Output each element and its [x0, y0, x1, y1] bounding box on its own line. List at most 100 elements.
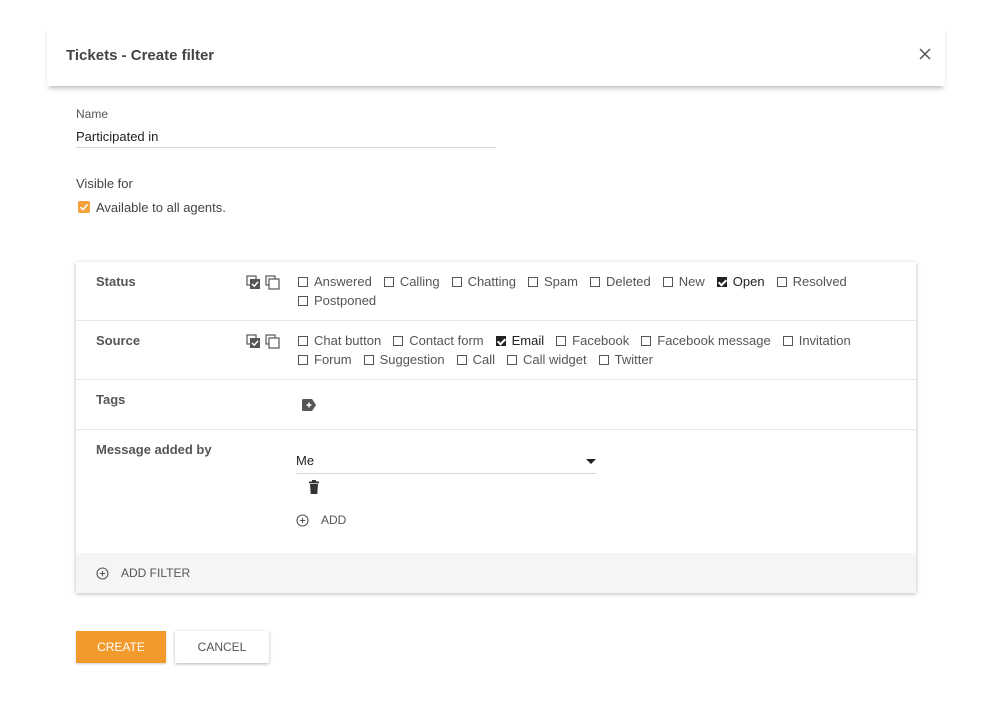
- source-options-line-1: Chat button Contact form Email Facebook …: [298, 333, 863, 348]
- dialog-title: Tickets - Create filter: [66, 47, 215, 64]
- add-circle-icon: [296, 513, 309, 527]
- option-label: Spam: [543, 274, 578, 289]
- option-label: Email: [511, 333, 545, 348]
- source-options-line-2: Forum Suggestion Call Call widget Twitte…: [298, 352, 665, 367]
- status-option-postponed[interactable]: Postponed: [298, 293, 376, 308]
- add-label: ADD: [321, 513, 347, 527]
- close-icon[interactable]: [917, 46, 933, 62]
- selected-value: Me: [296, 453, 315, 468]
- status-option-spam[interactable]: Spam: [527, 274, 578, 289]
- deselect-all-icon[interactable]: [265, 334, 280, 349]
- option-label: Chatting: [467, 274, 516, 289]
- checkbox[interactable]: [298, 295, 308, 306]
- option-label: Suggestion: [379, 352, 445, 367]
- option-label: New: [678, 274, 705, 289]
- available-to-all-agents-label: Available to all agents.: [96, 200, 226, 215]
- checkbox[interactable]: [776, 276, 787, 287]
- status-options-line-2: Postponed: [298, 293, 388, 308]
- source-option-facebook[interactable]: Facebook: [556, 333, 629, 348]
- source-option-call[interactable]: Call: [456, 352, 495, 367]
- checkbox[interactable]: [383, 276, 394, 287]
- option-label: Answered: [314, 274, 372, 289]
- checkbox[interactable]: [298, 354, 308, 365]
- source-option-suggestion[interactable]: Suggestion: [363, 352, 445, 367]
- tags-filter-row: Tags: [76, 380, 916, 430]
- option-label: Call widget: [523, 352, 587, 367]
- status-option-chatting[interactable]: Chatting: [451, 274, 516, 289]
- add-filter-button[interactable]: ADD FILTER: [96, 566, 190, 580]
- checkbox[interactable]: [527, 276, 538, 287]
- checkbox[interactable]: [662, 276, 673, 287]
- source-option-call-widget[interactable]: Call widget: [507, 352, 587, 367]
- cancel-button[interactable]: CANCEL: [175, 631, 269, 663]
- option-label: Facebook: [572, 333, 630, 348]
- checkbox[interactable]: [716, 276, 727, 287]
- source-option-facebook-message[interactable]: Facebook message: [641, 333, 771, 348]
- source-option-contact-form[interactable]: Contact form: [393, 333, 484, 348]
- source-option-invitation[interactable]: Invitation: [782, 333, 851, 348]
- deselect-all-icon[interactable]: [265, 275, 280, 290]
- source-option-twitter[interactable]: Twitter: [598, 352, 653, 367]
- option-label: Facebook message: [657, 333, 771, 348]
- option-label: Contact form: [409, 333, 484, 348]
- checkbox[interactable]: [298, 276, 308, 287]
- source-label: Source: [96, 333, 141, 348]
- status-option-resolved[interactable]: Resolved: [776, 274, 847, 289]
- status-label: Status: [96, 274, 136, 289]
- checkbox[interactable]: [298, 335, 308, 346]
- add-tag-icon[interactable]: [301, 398, 317, 412]
- tags-label: Tags: [96, 392, 126, 407]
- source-bulk-actions: [246, 334, 280, 349]
- checkbox[interactable]: [556, 335, 567, 346]
- checkbox[interactable]: [363, 354, 374, 365]
- checkbox[interactable]: [451, 276, 462, 287]
- dialog-header: Tickets - Create filter: [47, 24, 945, 86]
- select-all-icon[interactable]: [246, 275, 261, 290]
- option-label: Calling: [399, 274, 440, 289]
- status-option-open[interactable]: Open: [716, 274, 765, 289]
- caret-down-icon: [586, 459, 596, 464]
- message-added-by-label: Message added by: [96, 442, 212, 457]
- checkbox[interactable]: [456, 354, 467, 365]
- status-bulk-actions: [246, 275, 280, 290]
- name-input[interactable]: [76, 126, 496, 148]
- status-option-calling[interactable]: Calling: [383, 274, 440, 289]
- status-options-line-1: Answered Calling Chatting Spam Deleted N…: [298, 274, 859, 289]
- message-added-by-select[interactable]: Me: [296, 450, 596, 474]
- add-filter-label: ADD FILTER: [121, 566, 191, 580]
- option-label: Chat button: [314, 333, 382, 348]
- message-added-by-filter-row: Message added by Me ADD: [76, 430, 916, 554]
- status-option-deleted[interactable]: Deleted: [589, 274, 651, 289]
- checkbox[interactable]: [589, 276, 600, 287]
- option-label: Deleted: [605, 274, 651, 289]
- add-value-button[interactable]: ADD: [296, 513, 346, 527]
- add-filter-footer: ADD FILTER: [76, 553, 916, 593]
- option-label: Twitter: [614, 352, 653, 367]
- option-label: Open: [732, 274, 765, 289]
- option-label: Invitation: [798, 333, 851, 348]
- checkbox[interactable]: [782, 335, 793, 346]
- status-option-new[interactable]: New: [662, 274, 705, 289]
- source-filter-row: Source Chat button Contact form Email Fa…: [76, 321, 916, 380]
- trash-icon[interactable]: [308, 480, 320, 494]
- visible-for-label: Visible for: [76, 176, 133, 191]
- name-label: Name: [76, 107, 109, 121]
- checkbox[interactable]: [641, 335, 652, 346]
- checkbox[interactable]: [507, 354, 518, 365]
- checkbox[interactable]: [598, 354, 609, 365]
- option-label: Postponed: [314, 293, 377, 308]
- source-option-chat-button[interactable]: Chat button: [298, 333, 381, 348]
- option-label: Resolved: [792, 274, 847, 289]
- filter-panel: Status Answered Calling Chatting Spam De…: [76, 262, 916, 593]
- status-filter-row: Status Answered Calling Chatting Spam De…: [76, 262, 916, 321]
- checkbox[interactable]: [495, 335, 506, 346]
- select-all-icon[interactable]: [246, 334, 261, 349]
- source-option-forum[interactable]: Forum: [298, 352, 352, 367]
- status-option-answered[interactable]: Answered: [298, 274, 372, 289]
- create-button[interactable]: CREATE: [76, 631, 166, 663]
- source-option-email[interactable]: Email: [495, 333, 545, 348]
- option-label: Forum: [314, 352, 352, 367]
- checkbox[interactable]: [393, 335, 404, 346]
- add-circle-icon: [96, 566, 109, 580]
- available-to-all-agents-checkbox[interactable]: [78, 201, 90, 213]
